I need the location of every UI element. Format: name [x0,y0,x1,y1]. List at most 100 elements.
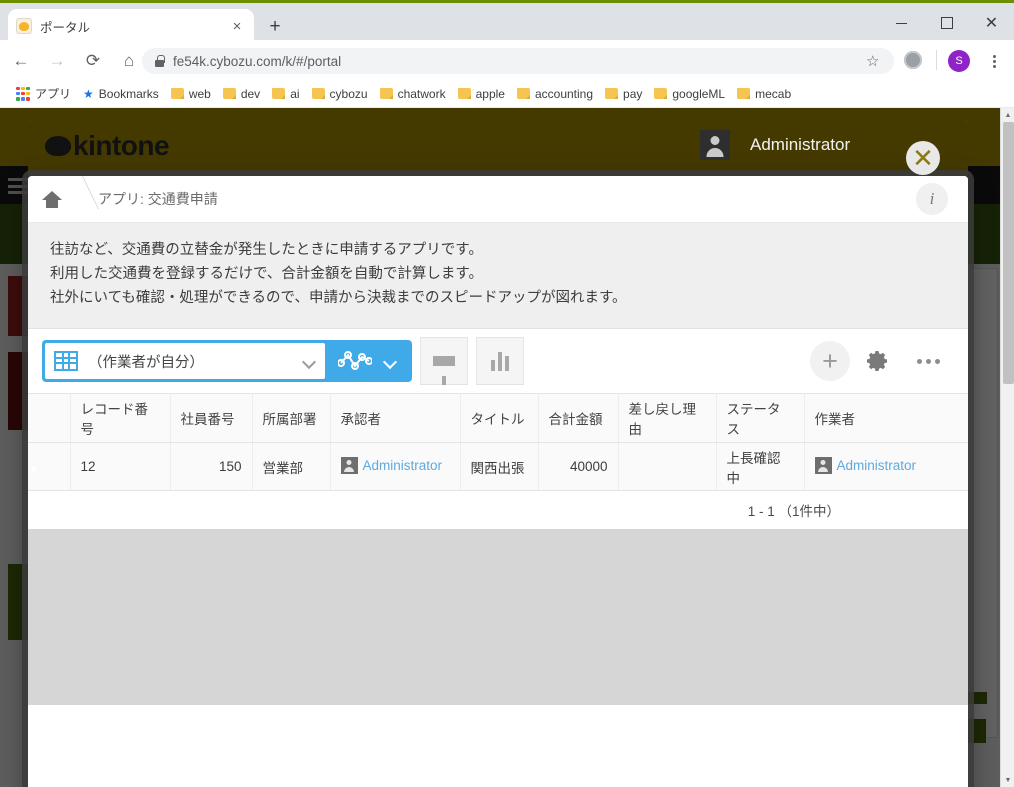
reload-icon[interactable]: ⟳ [78,45,108,75]
home-icon[interactable]: ⌂ [114,45,144,75]
column-header-approver[interactable]: 承認者 [330,393,461,443]
avatar-icon [814,456,832,474]
lock-icon [154,55,165,67]
table-row[interactable]: 12 150 営業部 Administrator 関西出張 40000 上長確認… [28,442,968,491]
bookmark-star-icon[interactable]: ☆ [866,52,879,70]
bookmark-item-apps[interactable]: アプリ [10,83,77,105]
bookmark-item-ai[interactable]: ai [266,83,305,105]
cell-assignee[interactable]: Administrator [804,442,968,491]
bookmark-label: アプリ [35,87,72,101]
bookmark-label: chatwork [397,86,446,101]
app-description: 往訪など、交通費の立替金が発生したときに申請するアプリです。 利用した交通費を登… [28,223,968,329]
settings-button[interactable] [856,339,900,383]
page-vertical-scrollbar[interactable]: ▲ ▼ [1000,108,1014,787]
maximize-button[interactable] [924,3,969,43]
info-icon[interactable]: i [916,183,948,215]
apps-grid-icon [16,86,30,101]
cell-employee-number: 150 [170,442,253,491]
record-table: レコード番号 社員番号 所属部署 承認者 タイトル 合計金額 差し戻し理由 ステ… [28,393,968,491]
bookmark-label: apple [475,86,505,101]
bookmark-label: mecab [755,86,792,101]
bookmark-item-pay[interactable]: pay [599,83,648,105]
folder-icon [516,88,530,99]
table-grid-icon [54,351,78,371]
app-toolbar: （作業者が自分） + [28,329,968,393]
description-line: 社外にいても確認・処理ができるので、申請から決裁までのスピードアップが図れます。 [50,290,627,306]
back-icon[interactable]: ← [6,45,36,75]
close-tab-icon[interactable]: × [228,17,246,35]
user-chip[interactable]: Administrator [700,130,850,160]
user-link[interactable]: Administrator [814,456,916,474]
star-icon: ★ [83,86,94,101]
filter-button[interactable] [420,337,468,385]
funnel-icon [433,356,455,385]
column-header-employee-number[interactable]: 社員番号 [170,393,253,443]
bookmarks-bar: アプリ ★ Bookmarks web dev ai cybozu chatwo… [0,80,1014,108]
column-header-department[interactable]: 所属部署 [252,393,331,443]
url-text: fe54k.cybozu.com/k/#/portal [173,53,342,69]
scroll-down-icon[interactable]: ▼ [1001,773,1014,787]
address-bar[interactable]: fe54k.cybozu.com/k/#/portal [142,48,894,74]
bookmark-item-googleml[interactable]: googleML [648,83,731,105]
browser-toolbar: ← → ⟳ ⌂ fe54k.cybozu.com/k/#/portal ☆ [0,40,1014,80]
window-controls: ✕ [879,3,1014,43]
extension-icon[interactable] [904,51,922,69]
browser-tab[interactable]: ポータル × [8,9,254,43]
chart-view-toggle[interactable] [325,350,409,372]
forward-icon[interactable]: → [42,45,72,75]
chevron-down-icon[interactable] [301,353,317,369]
kintone-favicon-icon [16,18,32,34]
gear-icon [867,351,887,371]
folder-icon [272,88,286,99]
user-link[interactable]: Administrator [340,456,442,474]
view-selector[interactable]: （作業者が自分） [42,340,412,382]
bookmark-item-chatwork[interactable]: chatwork [374,83,452,105]
scroll-up-icon[interactable]: ▲ [1001,108,1014,122]
bookmark-label: dev [240,86,261,101]
cell-title: 関西出張 [460,442,539,491]
bookmark-label: ai [290,86,300,101]
bookmark-item-cybozu[interactable]: cybozu [306,83,374,105]
bookmark-item-web[interactable]: web [165,83,217,105]
ellipsis-icon [916,358,940,364]
bookmark-item-apple[interactable]: apple [452,83,511,105]
cell-department: 営業部 [252,442,331,491]
column-header-title[interactable]: タイトル [460,393,539,443]
column-header-return-reason[interactable]: 差し戻し理由 [618,393,717,443]
bookmark-label: web [188,86,211,101]
bar-chart-icon [491,351,509,371]
bookmark-label: Bookmarks [98,86,159,101]
bookmark-label: accounting [534,86,594,101]
cell-status: 上長確認中 [716,442,805,491]
folder-icon [311,88,325,99]
profile-avatar[interactable]: S [948,50,970,72]
cell-approver[interactable]: Administrator [330,442,461,491]
kintone-logo[interactable]: kintone [45,130,170,162]
bookmark-item-mecab[interactable]: mecab [731,83,797,105]
folder-icon [605,88,619,99]
browser-menu-icon[interactable] [984,50,1004,72]
close-modal-button[interactable]: ✕ [906,141,940,175]
modal-empty-area [28,529,968,705]
new-tab-button[interactable]: + [262,13,288,39]
chevron-down-icon[interactable] [382,353,398,369]
minimize-button[interactable] [879,3,924,43]
graph-button[interactable] [476,337,524,385]
breadcrumb-separator [66,176,92,223]
more-options-button[interactable] [906,339,950,383]
column-header-total-amount[interactable]: 合計金額 [538,393,619,443]
bookmark-item-accounting[interactable]: accounting [511,83,599,105]
home-icon[interactable] [42,190,62,208]
column-header-status[interactable]: ステータス [716,393,805,443]
bookmark-item-bookmarks[interactable]: ★ Bookmarks [77,83,165,105]
close-window-button[interactable]: ✕ [969,3,1014,43]
row-open-icon-cell[interactable] [28,442,71,491]
column-header-record-number[interactable]: レコード番号 [70,393,171,443]
folder-icon [170,88,184,99]
bookmark-item-dev[interactable]: dev [217,83,266,105]
app-modal: アプリ: 交通費申請 i 往訪など、交通費の立替金が発生したときに申請するアプリ… [28,176,968,787]
add-record-button[interactable]: + [810,341,850,381]
column-header-assignee[interactable]: 作業者 [804,393,968,443]
page-vscroll-thumb[interactable] [1003,122,1014,384]
view-dropdown[interactable]: （作業者が自分） [45,343,325,379]
